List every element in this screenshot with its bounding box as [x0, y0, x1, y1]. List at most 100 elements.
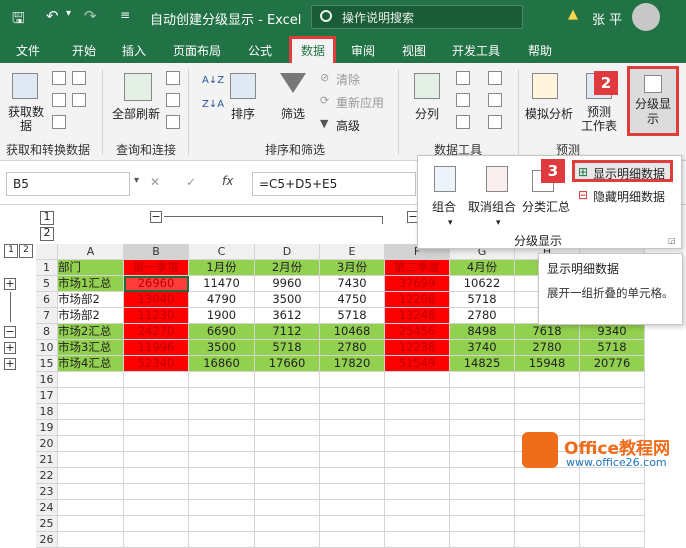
sort-za-icon[interactable]: Z↓A [202, 99, 224, 110]
cell[interactable]: 部门 [58, 260, 124, 276]
cell[interactable] [58, 516, 124, 532]
cell[interactable] [320, 516, 385, 532]
cell[interactable] [320, 388, 385, 404]
tell-me-search[interactable]: 操作说明搜索 [311, 5, 523, 29]
cell[interactable] [58, 420, 124, 436]
cell[interactable] [124, 452, 189, 468]
relationships-icon[interactable] [488, 93, 502, 107]
tab-formulas[interactable]: 公式 [248, 42, 272, 59]
cell[interactable] [124, 484, 189, 500]
cell[interactable]: 4750 [320, 292, 385, 308]
cell[interactable] [58, 500, 124, 516]
row-header-24[interactable]: 24 [36, 500, 58, 516]
sort-button[interactable]: 排序 [228, 105, 258, 122]
row-header-26[interactable]: 26 [36, 532, 58, 548]
recent-sources-icon[interactable] [72, 93, 86, 107]
get-data-button[interactable]: 获取数 据 [8, 105, 44, 133]
cell[interactable] [255, 500, 320, 516]
row-header-21[interactable]: 21 [36, 452, 58, 468]
cell[interactable] [255, 484, 320, 500]
cell[interactable] [450, 388, 515, 404]
cell[interactable]: 第一季度 [124, 260, 189, 276]
outline-button[interactable]: 分级显 示 [627, 66, 679, 136]
cell[interactable] [255, 516, 320, 532]
cell[interactable] [58, 452, 124, 468]
cell[interactable] [124, 516, 189, 532]
cell[interactable]: 24270 [124, 324, 189, 340]
cell[interactable] [450, 484, 515, 500]
from-text-icon[interactable] [52, 71, 66, 85]
customize-qat-icon[interactable]: ≡ [120, 8, 130, 22]
edit-links-icon[interactable] [166, 115, 180, 129]
row-header-8[interactable]: 8 [36, 324, 58, 340]
cell[interactable] [580, 500, 645, 516]
cell[interactable]: 17820 [320, 356, 385, 372]
cell[interactable]: 9340 [580, 324, 645, 340]
cell[interactable] [124, 420, 189, 436]
cell[interactable]: 13248 [385, 308, 450, 324]
tab-page-layout[interactable]: 页面布局 [173, 42, 221, 59]
sort-az-icon[interactable]: A↓Z [202, 75, 224, 86]
cell[interactable] [58, 404, 124, 420]
cell[interactable] [189, 404, 255, 420]
cell[interactable]: 51549 [385, 356, 450, 372]
flash-fill-icon[interactable] [456, 71, 470, 85]
cell[interactable]: 10622 [450, 276, 515, 292]
avatar[interactable] [632, 3, 660, 31]
cell[interactable]: 2780 [450, 308, 515, 324]
subtotal-button[interactable]: 分类汇总 [522, 198, 570, 215]
cell[interactable]: 5718 [255, 340, 320, 356]
cell[interactable] [385, 468, 450, 484]
cell[interactable]: 第二季度 [385, 260, 450, 276]
collapse-column-group-icon[interactable]: − [150, 211, 162, 223]
cell[interactable] [515, 500, 580, 516]
cell[interactable]: 市场部2 [58, 308, 124, 324]
outline-level-2-button[interactable]: 2 [40, 227, 54, 241]
cell[interactable]: 市场4汇总 [58, 356, 124, 372]
undo-icon[interactable]: ↶ [46, 7, 59, 25]
row-header-20[interactable]: 20 [36, 436, 58, 452]
cell[interactable] [580, 516, 645, 532]
cell[interactable]: 3612 [255, 308, 320, 324]
cell[interactable] [385, 500, 450, 516]
cell[interactable]: 26960 [124, 276, 189, 292]
cell[interactable] [515, 532, 580, 548]
cell[interactable] [255, 420, 320, 436]
cell[interactable]: 12208 [385, 292, 450, 308]
column-header-a[interactable]: A [58, 244, 124, 260]
from-web-icon[interactable] [72, 71, 86, 85]
remove-duplicates-icon[interactable] [456, 93, 470, 107]
cell[interactable] [450, 404, 515, 420]
cell[interactable] [515, 404, 580, 420]
cell[interactable]: 5718 [320, 308, 385, 324]
cell[interactable] [255, 452, 320, 468]
properties-icon[interactable] [166, 93, 180, 107]
row-header-16[interactable]: 16 [36, 372, 58, 388]
cell[interactable] [385, 404, 450, 420]
data-model-icon[interactable] [488, 115, 502, 129]
cell[interactable]: 4790 [189, 292, 255, 308]
cell[interactable]: 5718 [450, 292, 515, 308]
cell[interactable]: 37699 [385, 276, 450, 292]
cell[interactable] [189, 452, 255, 468]
column-header-e[interactable]: E [320, 244, 385, 260]
row-header-18[interactable]: 18 [36, 404, 58, 420]
group-button[interactable]: 组合 [432, 198, 456, 215]
what-if-analysis-button[interactable]: 模拟分析 [522, 105, 576, 122]
row-header-6[interactable]: 6 [36, 292, 58, 308]
cell[interactable] [58, 388, 124, 404]
tab-view[interactable]: 视图 [402, 42, 426, 59]
row-level-2-button[interactable]: 2 [19, 244, 33, 258]
cell[interactable] [450, 516, 515, 532]
cell[interactable] [515, 468, 580, 484]
cell[interactable] [320, 484, 385, 500]
redo-icon[interactable]: ↷ [84, 7, 97, 25]
cell[interactable] [515, 516, 580, 532]
cell[interactable]: 14825 [450, 356, 515, 372]
cell[interactable]: 11230 [124, 308, 189, 324]
cell[interactable] [124, 404, 189, 420]
cell[interactable] [58, 468, 124, 484]
column-header-d[interactable]: D [255, 244, 320, 260]
cell[interactable] [255, 436, 320, 452]
cell[interactable]: 3500 [255, 292, 320, 308]
